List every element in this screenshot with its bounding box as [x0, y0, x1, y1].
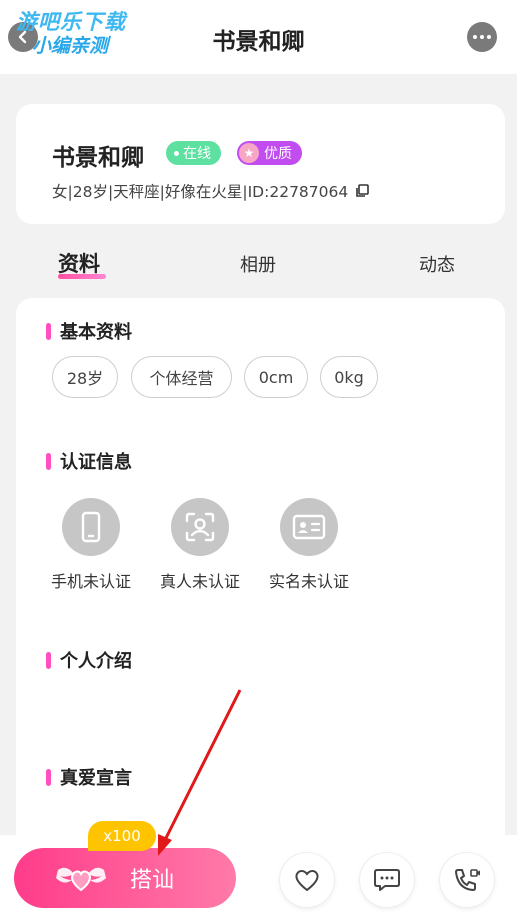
section-basic-title: 基本资料	[46, 318, 132, 344]
star-icon: ★	[239, 143, 259, 163]
id-card-icon	[292, 514, 326, 540]
tag-age: 28岁	[52, 356, 118, 398]
cert-phone-circle	[62, 498, 120, 556]
more-dot	[480, 35, 484, 39]
like-button[interactable]	[280, 853, 334, 907]
profile-tabs: 资料 相册 动态	[0, 244, 517, 284]
copy-icon[interactable]	[354, 183, 370, 199]
tag-weight: 0kg	[320, 356, 378, 398]
section-marker	[46, 322, 51, 340]
quality-badge: ★ 优质	[237, 141, 302, 165]
online-dot-icon	[174, 150, 179, 156]
winged-heart-icon	[56, 867, 106, 892]
top-bar: 游吧乐下载 小编亲测 书景和卿	[0, 0, 517, 74]
profile-info-text: 女|28岁|天秤座|好像在火星|ID:22787064	[52, 183, 349, 201]
cert-realname-label: 实名未认证	[268, 572, 349, 591]
profile-card: 书景和卿 在线 ★ 优质 女|28岁|天秤座|好像在火星|ID:22787064	[16, 104, 505, 224]
section-love-title: 真爱宣言	[46, 764, 132, 790]
tab-moments[interactable]: 动态	[419, 251, 455, 277]
online-badge: 在线	[166, 141, 221, 165]
more-dot	[473, 35, 477, 39]
cert-phone-label: 手机未认证	[50, 572, 131, 591]
section-cert-label: 认证信息	[60, 452, 132, 473]
cert-phone[interactable]: 手机未认证	[41, 498, 141, 592]
more-button[interactable]	[467, 22, 497, 52]
face-scan-icon	[185, 512, 215, 542]
cert-face[interactable]: 真人未认证	[150, 498, 250, 592]
cert-face-label: 真人未认证	[159, 572, 240, 591]
tab-active-indicator	[58, 274, 106, 279]
online-badge-label: 在线	[183, 146, 211, 162]
message-icon	[374, 869, 400, 891]
tab-album[interactable]: 相册	[240, 251, 276, 277]
section-love-label: 真爱宣言	[60, 768, 132, 789]
message-button[interactable]	[360, 853, 414, 907]
heart-icon	[295, 870, 319, 892]
quality-badge-label: 优质	[264, 146, 292, 162]
more-dot	[487, 35, 491, 39]
tag-height: 0cm	[244, 356, 308, 398]
content-card: 基本资料 28岁 个体经营 0cm 0kg 认证信息 手机未认证 真人未认证 实…	[16, 298, 505, 912]
video-call-icon	[455, 869, 480, 891]
section-basic-label: 基本资料	[60, 322, 132, 343]
chat-up-button[interactable]: 搭讪	[14, 848, 236, 908]
page-title: 书景和卿	[212, 29, 305, 55]
profile-info: 女|28岁|天秤座|好像在火星|ID:22787064	[52, 180, 370, 202]
section-intro-label: 个人介绍	[60, 651, 132, 672]
call-button[interactable]	[440, 853, 494, 907]
cert-face-circle	[171, 498, 229, 556]
cert-realname[interactable]: 实名未认证	[259, 498, 359, 592]
cost-badge: x100	[88, 821, 156, 851]
profile-name: 书景和卿	[52, 145, 144, 171]
chat-up-label: 搭讪	[130, 868, 175, 893]
section-marker	[46, 452, 51, 470]
cert-realname-circle	[280, 498, 338, 556]
section-marker	[46, 768, 51, 786]
phone-icon	[81, 511, 101, 543]
section-marker	[46, 651, 51, 669]
bottom-action-bar: 搭讪 x100	[0, 821, 517, 912]
tag-occupation: 个体经营	[131, 356, 232, 398]
section-cert-title: 认证信息	[46, 448, 132, 474]
section-intro-title: 个人介绍	[46, 647, 132, 673]
